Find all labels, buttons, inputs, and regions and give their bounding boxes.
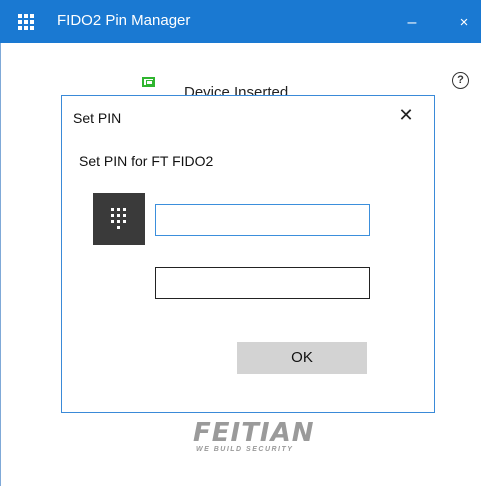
title-bar: FIDO2 Pin Manager – × (0, 0, 481, 43)
keypad-icon (18, 14, 34, 30)
pin-input[interactable] (155, 204, 370, 236)
usb-key-icon (142, 77, 155, 87)
app-window: FIDO2 Pin Manager – × Device Inserted ? … (0, 0, 481, 486)
window-border (0, 43, 1, 486)
pin-keypad-icon (93, 193, 145, 245)
minimize-button[interactable]: – (398, 11, 426, 35)
close-window-button[interactable]: × (450, 11, 478, 35)
confirm-pin-input[interactable] (155, 267, 370, 299)
dialog-close-button[interactable]: ✕ (395, 105, 417, 127)
logo-wordmark: FEITIAN (193, 418, 315, 448)
set-pin-dialog: Set PIN ✕ Set PIN for FT FIDO2 OK (61, 95, 435, 413)
help-icon[interactable]: ? (452, 72, 469, 89)
feitian-logo: FEITIAN WE BUILD SECURITY (193, 418, 314, 458)
dialog-title: Set PIN (73, 110, 122, 126)
window-title: FIDO2 Pin Manager (57, 12, 191, 29)
ok-button[interactable]: OK (237, 342, 367, 374)
logo-tagline: WE BUILD SECURITY (196, 446, 294, 453)
dialog-message: Set PIN for FT FIDO2 (79, 153, 214, 169)
